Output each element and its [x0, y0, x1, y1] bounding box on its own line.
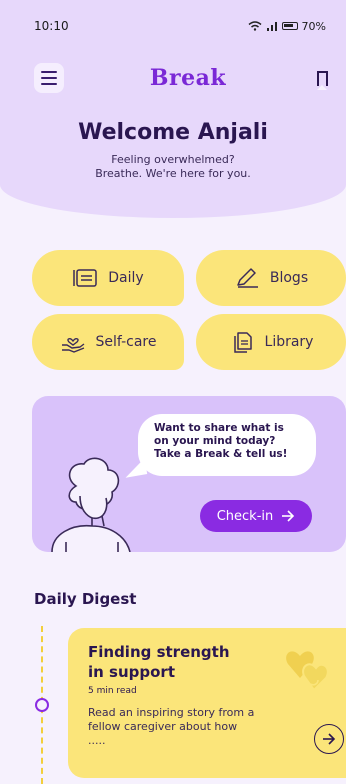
- check-in-label: Check-in: [216, 508, 274, 524]
- status-icons: 70%: [248, 20, 326, 33]
- digest-card-title: Finding strength in support: [88, 643, 230, 681]
- status-time: 10:10: [34, 19, 69, 33]
- tile-daily[interactable]: Daily: [32, 250, 184, 306]
- checkin-card: Want to share what is on your mind today…: [32, 396, 346, 552]
- check-in-button[interactable]: Check-in: [200, 500, 312, 532]
- arrow-right-icon: [323, 733, 336, 745]
- person-illustration-icon: [51, 457, 131, 552]
- status-bar: 10:10 70%: [0, 0, 346, 52]
- wifi-icon: [248, 21, 262, 31]
- app-logo: Break: [149, 65, 227, 91]
- welcome-section: Welcome Anjali Feeling overwhelmed? Brea…: [0, 120, 346, 181]
- digest-card[interactable]: Finding strength in support 5 min read R…: [68, 628, 346, 778]
- tile-library[interactable]: Library: [196, 314, 346, 370]
- tile-library-label: Library: [264, 334, 314, 350]
- battery-icon: [281, 22, 298, 30]
- pencil-icon: [237, 268, 258, 288]
- top-bar: Break: [0, 58, 346, 98]
- signal-icon: [266, 22, 277, 31]
- care-hand-icon: [61, 338, 84, 353]
- digest-description: Read an inspiring story from a fellow ca…: [88, 706, 255, 747]
- speech-bubble: Want to share what is on your mind today…: [138, 414, 316, 476]
- hearts-decoration-icon: [286, 651, 329, 692]
- bookmark-button[interactable]: [312, 68, 332, 90]
- bookmark-icon: [316, 70, 328, 90]
- tile-blogs-label: Blogs: [269, 270, 309, 286]
- tile-self-care-label: Self-care: [95, 334, 157, 350]
- document-icon: [233, 332, 252, 353]
- welcome-title: Welcome Anjali: [78, 120, 268, 145]
- battery-level: 70%: [301, 19, 326, 33]
- arrow-right-icon: [282, 510, 295, 522]
- timeline-dot: [35, 698, 49, 712]
- welcome-subtitle: Feeling overwhelmed? Breathe. We're here…: [95, 153, 251, 180]
- digest-open-button[interactable]: [314, 724, 344, 754]
- tile-daily-label: Daily: [108, 270, 144, 286]
- menu-button[interactable]: [34, 63, 64, 93]
- hamburger-icon: [41, 71, 57, 73]
- tile-self-care[interactable]: Self-care: [32, 314, 184, 370]
- daily-icon: [73, 269, 98, 287]
- daily-digest-title: Daily Digest: [34, 590, 137, 608]
- tile-blogs[interactable]: Blogs: [196, 250, 346, 306]
